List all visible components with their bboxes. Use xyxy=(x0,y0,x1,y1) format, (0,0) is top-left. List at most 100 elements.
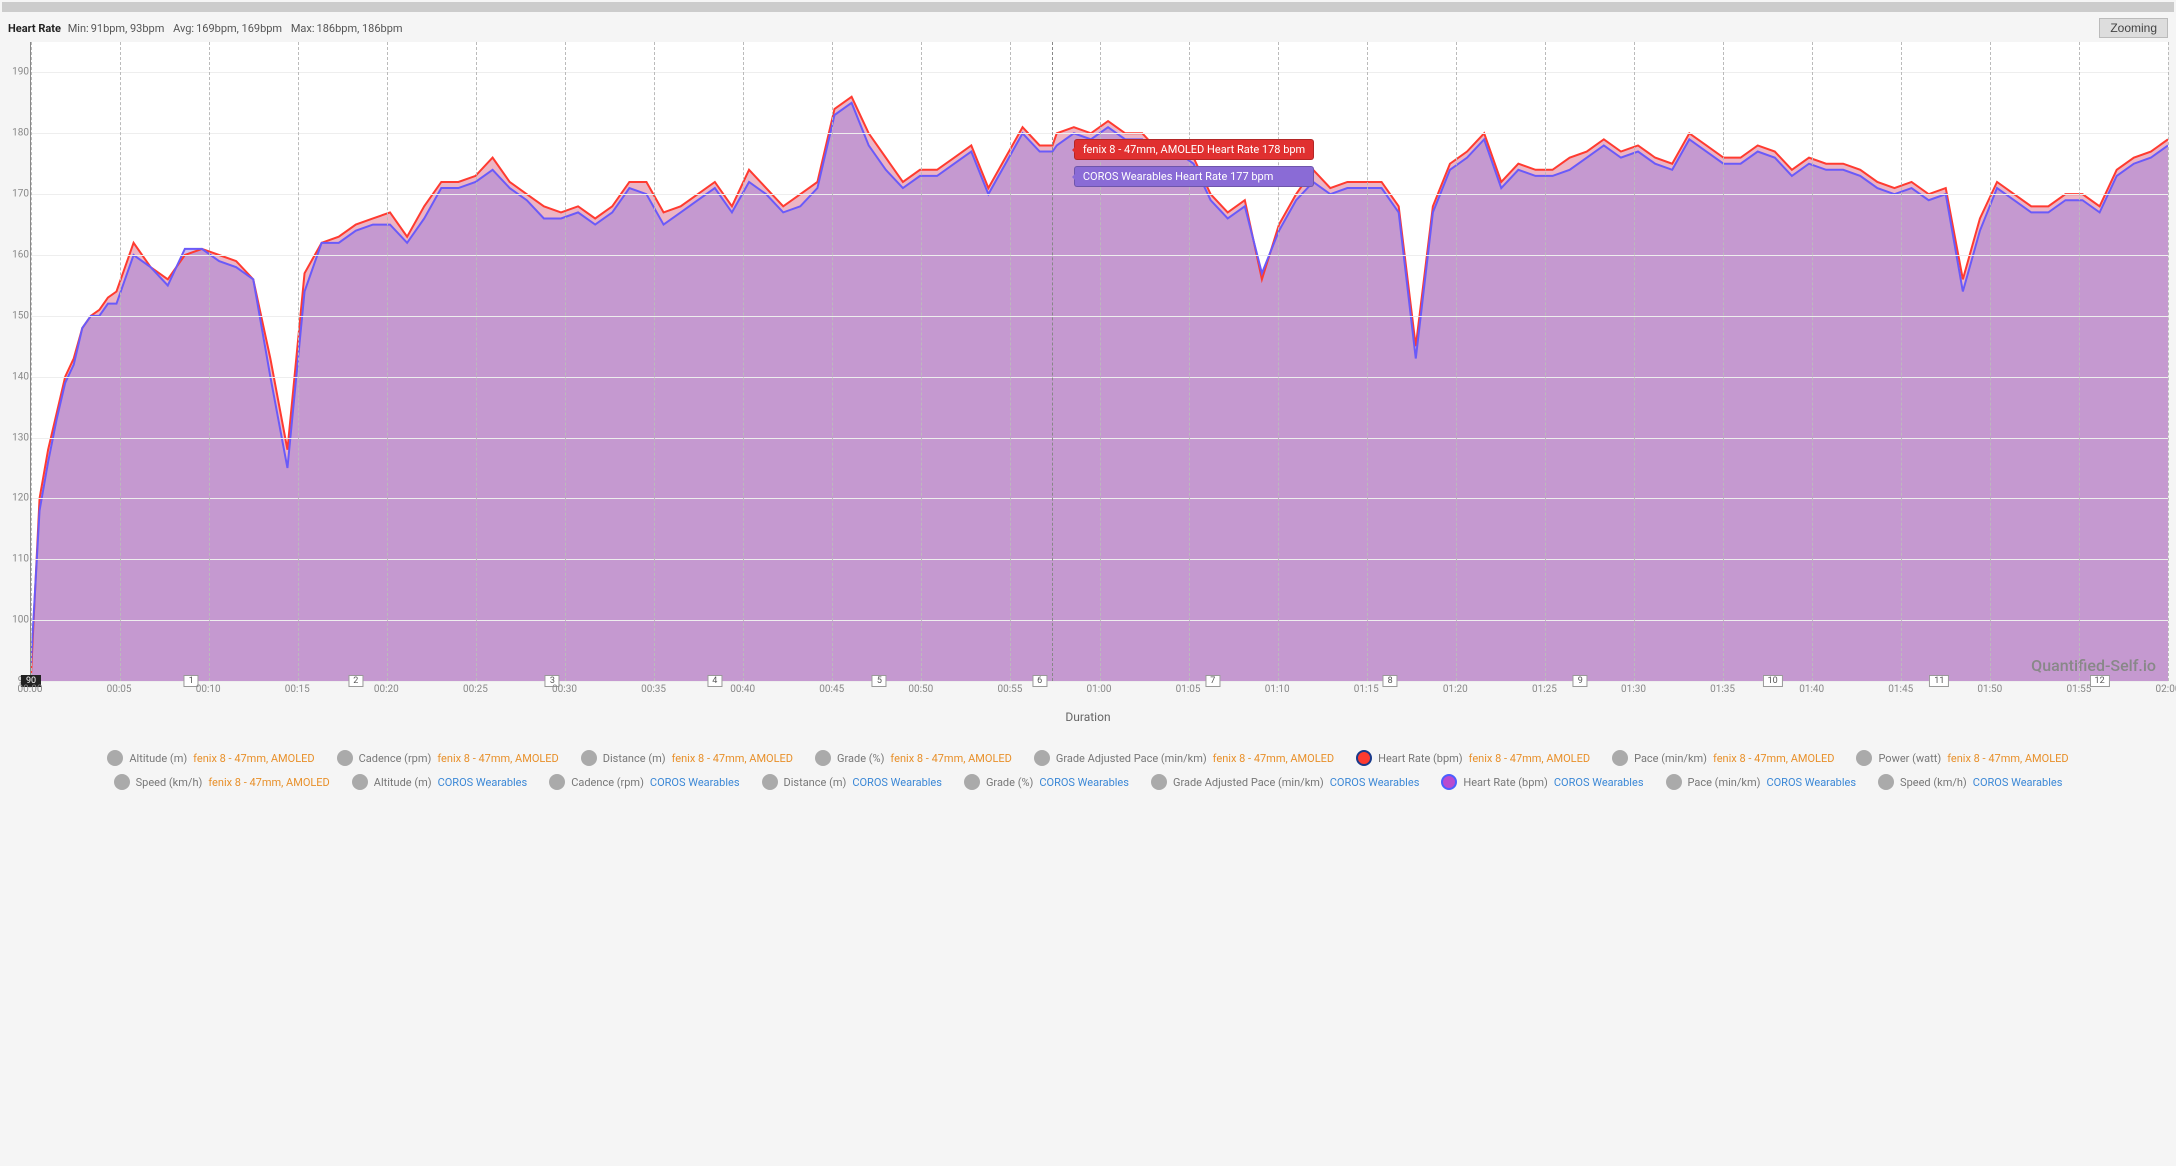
legend-dot-icon xyxy=(1034,750,1050,766)
legend-dot-icon xyxy=(762,774,778,790)
x-tick-label: 00:35 xyxy=(641,684,666,695)
x-tick-label: 01:10 xyxy=(1265,684,1290,695)
cursor-line xyxy=(1052,42,1053,681)
legend-item[interactable]: Altitude (m) COROS Wearables xyxy=(352,774,527,790)
legend-device-label: COROS Wearables xyxy=(1554,776,1644,789)
legend-dot-icon xyxy=(1856,750,1872,766)
y-gridline xyxy=(31,498,2168,499)
y-gridline xyxy=(31,316,2168,317)
legend-device-label: fenix 8 - 47mm, AMOLED xyxy=(1469,752,1590,765)
x-tick-label: 00:55 xyxy=(997,684,1022,695)
top-scrollbar[interactable] xyxy=(2,2,2174,12)
watermark: Quantified-Self.io xyxy=(2031,656,2156,675)
legend-metric-label: Heart Rate (bpm) xyxy=(1378,752,1463,765)
legend-metric-label: Cadence (rpm) xyxy=(571,776,644,789)
x-tick-label: 01:55 xyxy=(2066,684,2091,695)
legend-item[interactable]: Heart Rate (bpm) COROS Wearables xyxy=(1441,774,1643,790)
y-gridline xyxy=(31,559,2168,560)
x-tick-label: 01:45 xyxy=(1888,684,1913,695)
legend-item[interactable]: Grade Adjusted Pace (min/km) fenix 8 - 4… xyxy=(1034,750,1334,766)
legend-item[interactable]: Altitude (m) fenix 8 - 47mm, AMOLED xyxy=(107,750,314,766)
legend-dot-icon xyxy=(114,774,130,790)
y-tick-label: 180 xyxy=(12,128,29,139)
legend-dot-icon xyxy=(1878,774,1894,790)
min-values: 91bpm, 93bpm xyxy=(91,22,165,35)
legend-dot-icon xyxy=(1356,750,1372,766)
x-tick-label: 01:00 xyxy=(1087,684,1112,695)
x-tick-label: 00:10 xyxy=(196,684,221,695)
legend-device-label: fenix 8 - 47mm, AMOLED xyxy=(1213,752,1334,765)
zoom-button[interactable]: Zooming xyxy=(2099,18,2168,38)
legend-item[interactable]: Pace (min/km) fenix 8 - 47mm, AMOLED xyxy=(1612,750,1834,766)
legend-device-label: fenix 8 - 47mm, AMOLED xyxy=(193,752,314,765)
x-tick-label: 01:40 xyxy=(1799,684,1824,695)
legend-item[interactable]: Pace (min/km) COROS Wearables xyxy=(1666,774,1857,790)
legend-dot-icon xyxy=(815,750,831,766)
chart-plot-area[interactable]: 90100110120130140150160170180190 Quantif… xyxy=(30,42,2168,682)
legend-metric-label: Grade Adjusted Pace (min/km) xyxy=(1056,752,1207,765)
legend-item[interactable]: Grade (%) fenix 8 - 47mm, AMOLED xyxy=(815,750,1012,766)
legend-device-label: fenix 8 - 47mm, AMOLED xyxy=(1713,752,1834,765)
x-tick-label: 00:20 xyxy=(374,684,399,695)
y-tick-label: 130 xyxy=(12,432,29,443)
chart-series xyxy=(31,42,2168,681)
legend-item[interactable]: Grade (%) COROS Wearables xyxy=(964,774,1129,790)
legend-dot-icon xyxy=(964,774,980,790)
x-axis-label: Duration xyxy=(0,702,2176,738)
legend-metric-label: Altitude (m) xyxy=(129,752,187,765)
series-fill-coros xyxy=(31,103,2168,681)
x-tick-label: 00:45 xyxy=(819,684,844,695)
legend-device-label: COROS Wearables xyxy=(852,776,942,789)
legend-device-label: COROS Wearables xyxy=(1039,776,1129,789)
y-tick-label: 120 xyxy=(12,493,29,504)
y-gridline xyxy=(31,377,2168,378)
legend-item[interactable]: Cadence (rpm) fenix 8 - 47mm, AMOLED xyxy=(337,750,559,766)
legend-device-label: COROS Wearables xyxy=(438,776,528,789)
legend-device-label: COROS Wearables xyxy=(1330,776,1420,789)
x-tick-label: 00:00 xyxy=(18,684,43,695)
legend-metric-label: Speed (km/h) xyxy=(1900,776,1967,789)
y-gridline xyxy=(31,72,2168,73)
x-tick-label: 01:05 xyxy=(1176,684,1201,695)
y-tick-label: 190 xyxy=(12,67,29,78)
x-tick-label: 01:20 xyxy=(1443,684,1468,695)
legend-item[interactable]: Power (watt) fenix 8 - 47mm, AMOLED xyxy=(1856,750,2068,766)
legend-item[interactable]: Cadence (rpm) COROS Wearables xyxy=(549,774,739,790)
min-label: Min: xyxy=(68,22,89,35)
legend-metric-label: Heart Rate (bpm) xyxy=(1463,776,1548,789)
legend-metric-label: Distance (m) xyxy=(784,776,847,789)
legend-item[interactable]: Grade Adjusted Pace (min/km) COROS Weara… xyxy=(1151,774,1419,790)
chart-title: Heart Rate xyxy=(8,22,61,35)
legend-item[interactable]: Heart Rate (bpm) fenix 8 - 47mm, AMOLED xyxy=(1356,750,1590,766)
legend: Altitude (m) fenix 8 - 47mm, AMOLEDCaden… xyxy=(0,738,2176,810)
legend-device-label: COROS Wearables xyxy=(1973,776,2063,789)
legend-item[interactable]: Speed (km/h) COROS Wearables xyxy=(1878,774,2062,790)
y-tick-label: 150 xyxy=(12,310,29,321)
max-label: Max: xyxy=(291,22,315,35)
legend-metric-label: Grade (%) xyxy=(837,752,884,765)
x-tick-label: 01:35 xyxy=(1710,684,1735,695)
legend-metric-label: Pace (min/km) xyxy=(1634,752,1707,765)
x-tick-label: 01:15 xyxy=(1354,684,1379,695)
x-tick-label: 01:30 xyxy=(1621,684,1646,695)
y-gridline xyxy=(31,133,2168,134)
legend-metric-label: Pace (min/km) xyxy=(1688,776,1761,789)
y-gridline xyxy=(31,620,2168,621)
legend-device-label: fenix 8 - 47mm, AMOLED xyxy=(672,752,793,765)
legend-item[interactable]: Distance (m) fenix 8 - 47mm, AMOLED xyxy=(581,750,793,766)
legend-device-label: fenix 8 - 47mm, AMOLED xyxy=(1947,752,2068,765)
legend-device-label: fenix 8 - 47mm, AMOLED xyxy=(437,752,558,765)
legend-metric-label: Distance (m) xyxy=(603,752,666,765)
legend-dot-icon xyxy=(1151,774,1167,790)
scrollbar-thumb[interactable] xyxy=(3,3,2173,11)
y-gridline xyxy=(31,438,2168,439)
tooltip-fenix: fenix 8 - 47mm, AMOLED Heart Rate 178 bp… xyxy=(1074,139,1314,160)
legend-item[interactable]: Speed (km/h) fenix 8 - 47mm, AMOLED xyxy=(114,774,330,790)
legend-item[interactable]: Distance (m) COROS Wearables xyxy=(762,774,942,790)
legend-dot-icon xyxy=(581,750,597,766)
legend-device-label: COROS Wearables xyxy=(650,776,740,789)
legend-dot-icon xyxy=(1666,774,1682,790)
legend-dot-icon xyxy=(549,774,565,790)
y-tick-label: 110 xyxy=(12,554,29,565)
x-tick-label: 00:30 xyxy=(552,684,577,695)
